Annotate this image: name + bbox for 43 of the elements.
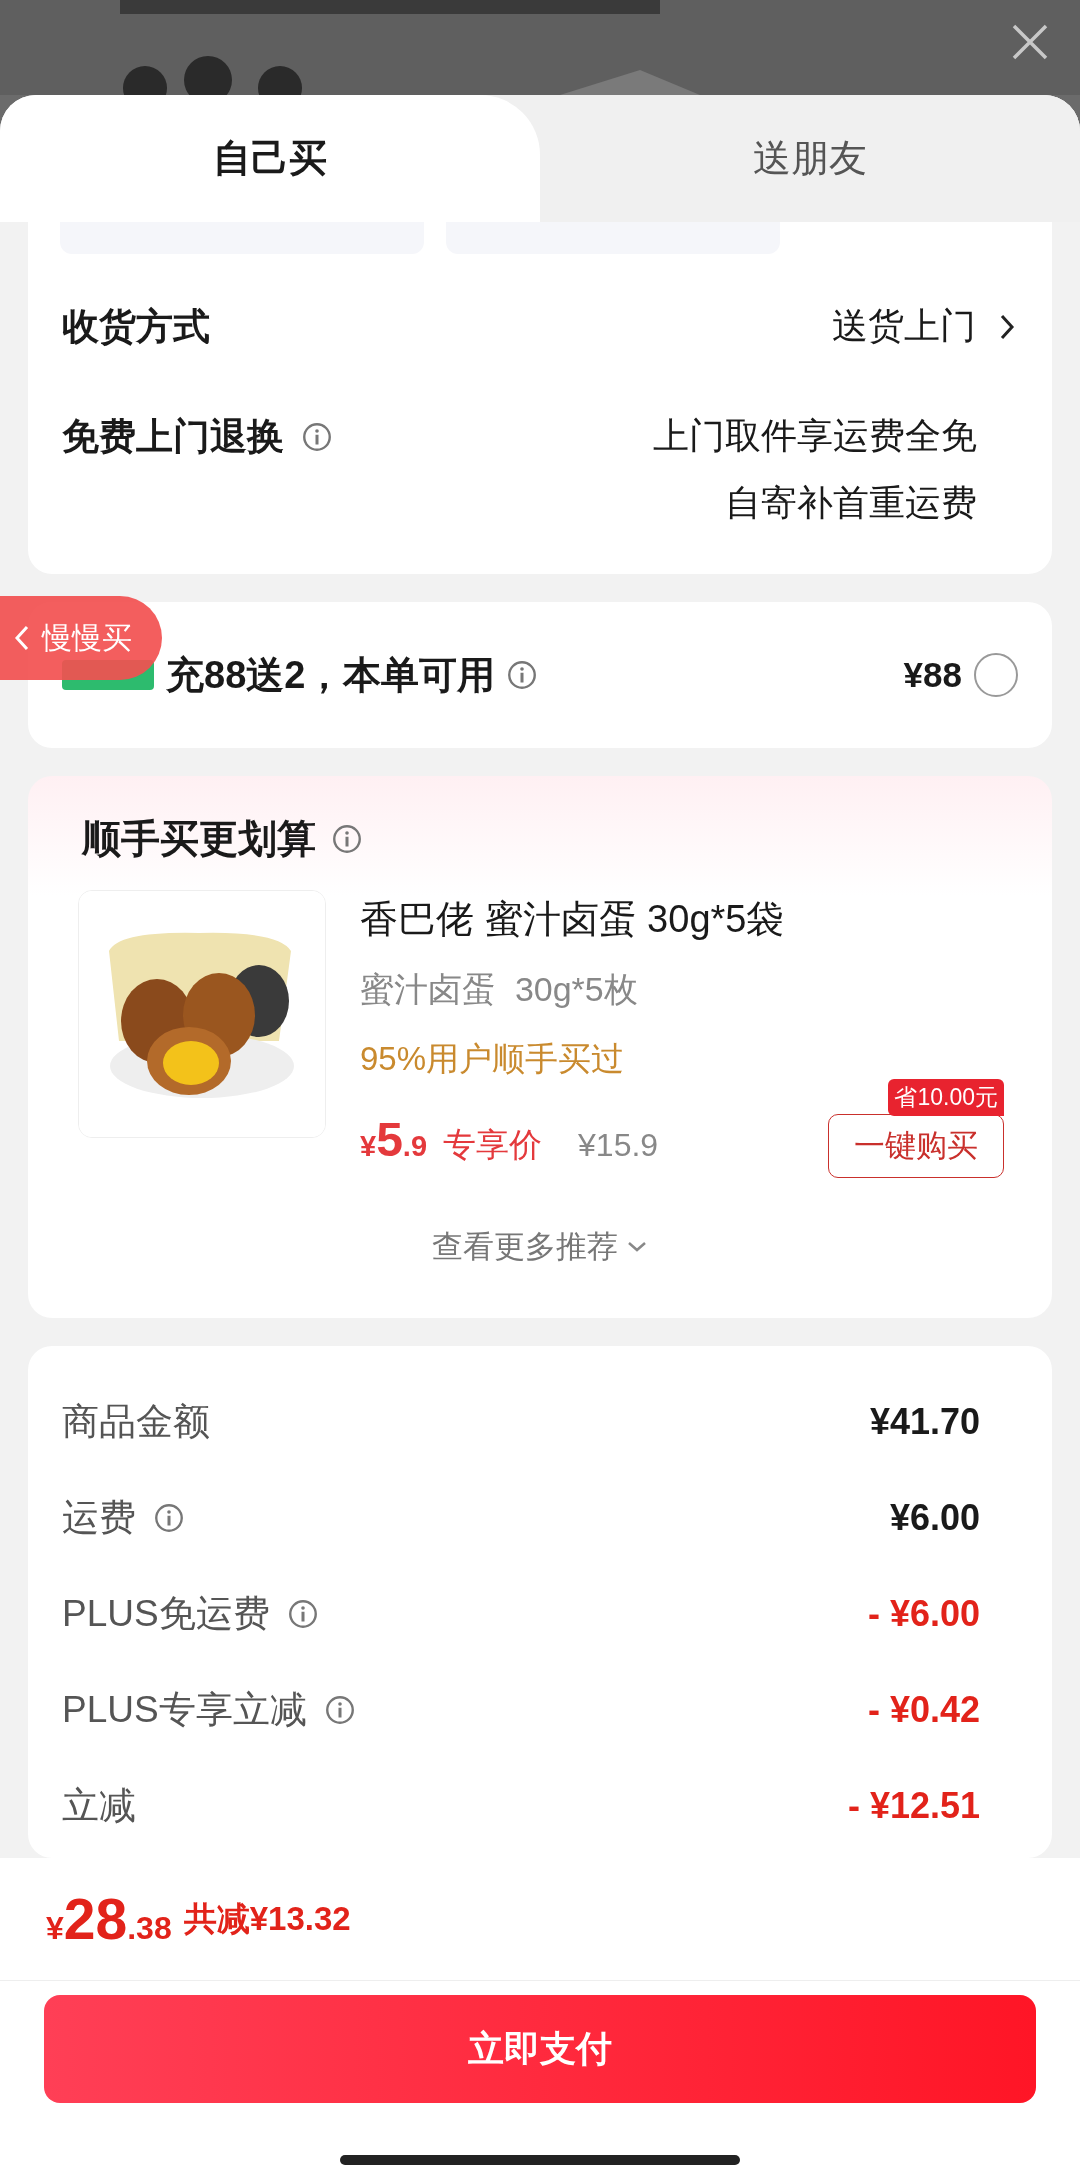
row-label: 收货方式 — [62, 305, 210, 349]
original-price: ¥15.9 — [578, 1127, 659, 1164]
info-icon[interactable] — [154, 1503, 184, 1533]
row-value: ¥41.70 — [869, 1401, 980, 1443]
more-link[interactable]: 查看更多推荐 — [432, 1226, 648, 1268]
row-label: 商品金额 — [62, 1400, 210, 1444]
floating-button[interactable]: 慢慢买 — [0, 596, 162, 680]
chevron-left-icon — [14, 624, 30, 652]
chevron-right-icon[interactable] — [998, 312, 1016, 341]
saving-badge: 省10.00元 — [888, 1079, 1004, 1116]
row-label: 运费 — [62, 1496, 136, 1540]
row-label: PLUS免运费 — [62, 1592, 270, 1636]
row-value: 送货上门 — [832, 304, 976, 348]
product-name: 香巴佬 蜜汁卤蛋 30g*5袋 — [360, 897, 786, 942]
offer-text: 充88送2，本单可用 — [166, 652, 496, 698]
section-title: 顺手买更划算 — [82, 816, 316, 862]
info-icon[interactable] — [324, 1695, 355, 1725]
info-icon[interactable] — [507, 660, 538, 690]
social-proof-text: 95%用户顺手买过 — [360, 1039, 626, 1079]
product-price: ¥5.9 — [360, 1112, 428, 1167]
info-icon[interactable] — [287, 1599, 318, 1629]
row-label: PLUS专享立减 — [62, 1688, 307, 1732]
total-price: ¥28.38 — [46, 1886, 172, 1952]
row-value: - ¥6.00 — [867, 1593, 980, 1635]
row-value: - ¥0.42 — [867, 1689, 980, 1731]
savings-text: 共减¥13.32 — [183, 1898, 351, 1939]
price-tag: 专享价 — [443, 1123, 543, 1168]
info-icon[interactable] — [332, 824, 362, 854]
row-value: ¥6.00 — [889, 1497, 980, 1539]
buy-button[interactable]: 一键购买 — [828, 1114, 1004, 1178]
info-icon[interactable] — [302, 422, 332, 452]
pay-button[interactable]: 立即支付 — [44, 1995, 1036, 2103]
chevron-down-icon — [626, 1240, 648, 1254]
row-value: 自寄补首重运费 — [725, 481, 977, 525]
row-value: - ¥12.51 — [847, 1785, 980, 1827]
offer-price: ¥88 — [903, 655, 962, 695]
product-spec: 蜜汁卤蛋 30g*5枚 — [360, 969, 639, 1010]
row-label: 立减 — [62, 1784, 136, 1828]
row-label: 免费上门退换 — [62, 415, 284, 459]
tab[interactable]: 自己买 — [0, 95, 540, 222]
radio-button[interactable] — [974, 653, 1018, 697]
close-icon[interactable] — [1010, 22, 1050, 62]
row-value: 上门取件享运费全免 — [653, 414, 977, 458]
